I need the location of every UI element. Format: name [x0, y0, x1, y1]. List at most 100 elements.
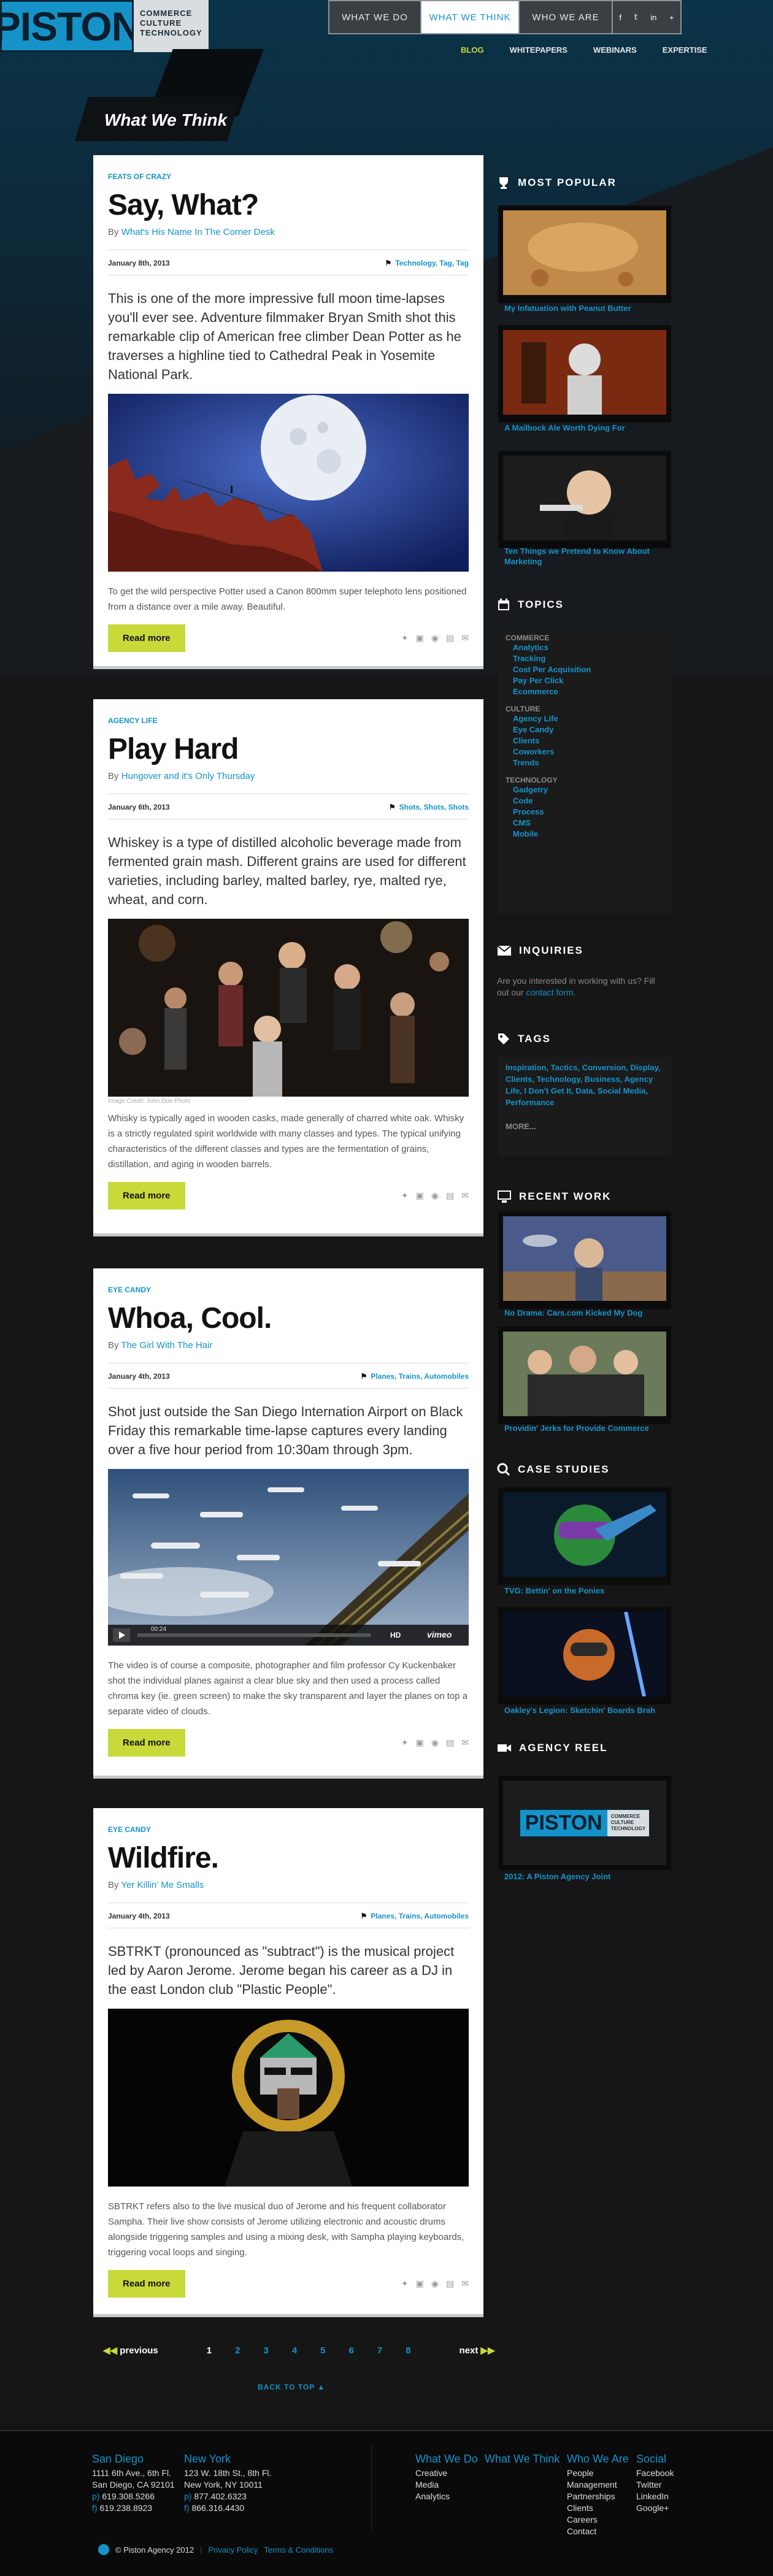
email-share-icon[interactable]: ✉ [461, 2279, 469, 2289]
next-page-link[interactable]: next [460, 2345, 479, 2356]
facebook-share-icon[interactable]: ▣ [416, 2279, 424, 2289]
case-study-thumb[interactable] [498, 1607, 671, 1704]
tag-list[interactable]: Technology, Tag, Tag [395, 259, 469, 267]
facebook-share-icon[interactable]: ▣ [416, 1190, 424, 1201]
googleplus-icon[interactable]: + [669, 13, 674, 22]
article-category[interactable]: AGENCY LIFE [108, 716, 469, 725]
page-link-7[interactable]: 7 [377, 2345, 382, 2356]
pinterest-share-icon[interactable]: ◉ [431, 1190, 439, 1201]
topic-link[interactable]: Trends [513, 757, 664, 769]
subnav-blog[interactable]: BLOG [448, 45, 497, 55]
agency-reel-thumb[interactable]: PISTON COMMERCE CULTURE TECHNOLOGY [498, 1776, 671, 1870]
pinterest-share-icon[interactable]: ◉ [431, 633, 439, 643]
topic-link[interactable]: Ecommerce [513, 686, 664, 697]
topic-link[interactable]: CMS [513, 818, 664, 829]
facebook-icon[interactable]: f [619, 13, 621, 22]
footer-link[interactable]: Twitter [636, 2479, 674, 2491]
footer-col-heading[interactable]: What We Think [485, 2453, 560, 2465]
footer-link[interactable]: Media [415, 2479, 478, 2491]
pinterest-share-icon[interactable]: ◉ [431, 2279, 439, 2289]
pinterest-share-icon[interactable]: ◉ [431, 1738, 439, 1748]
linkedin-share-icon[interactable]: ▤ [446, 2279, 454, 2289]
case-study-link[interactable]: TVG: Bettin' on the Ponies [504, 1585, 670, 1596]
twitter-icon[interactable]: 𝕥 [634, 12, 638, 22]
tag-list[interactable]: Shots, Shots, Shots [399, 803, 469, 811]
footer-col-heading[interactable]: Social [636, 2453, 674, 2465]
page-link-1[interactable]: 1 [207, 2345, 212, 2356]
twitter-share-icon[interactable]: ✦ [401, 2279, 409, 2289]
agency-reel-link[interactable]: 2012: A Piston Agency Joint [504, 1871, 670, 1882]
recent-work-link[interactable]: No Drama: Cars.com Kicked My Dog [504, 1308, 670, 1318]
email-share-icon[interactable]: ✉ [461, 1190, 469, 1201]
article-title[interactable]: Play Hard [108, 732, 469, 766]
subnav-webinars[interactable]: WEBINARS [580, 45, 650, 55]
footer-link[interactable]: Analytics [415, 2491, 478, 2502]
topic-link[interactable]: Process [513, 807, 664, 818]
footer-link[interactable]: People [567, 2467, 629, 2479]
privacy-link[interactable]: Privacy Policy [209, 2545, 258, 2555]
topic-link[interactable]: Analytics [513, 642, 664, 653]
subnav-expertise[interactable]: EXPERTISE [650, 45, 720, 55]
page-link-6[interactable]: 6 [349, 2345, 354, 2356]
twitter-share-icon[interactable]: ✦ [401, 1738, 409, 1748]
tag-list[interactable]: Planes, Trains, Automobiles [371, 1912, 469, 1920]
tag-cloud[interactable]: Inspiration, Tactics, Conversion, Displa… [506, 1062, 664, 1108]
prev-arrow-icon[interactable]: ◀◀ [103, 2345, 117, 2356]
popular-link[interactable]: My Infatuation with Peanut Butter [504, 303, 670, 313]
footer-link[interactable]: Contact [567, 2526, 629, 2537]
page-link-2[interactable]: 2 [235, 2345, 240, 2356]
linkedin-icon[interactable]: in [650, 13, 656, 22]
contact-form-link[interactable]: contact form. [526, 987, 575, 997]
article-video-planes[interactable]: 00:24 HD vimeo [108, 1469, 469, 1646]
nav-what-we-think[interactable]: WHAT WE THINK [421, 1, 520, 33]
footer-col-heading[interactable]: What We Do [415, 2453, 478, 2465]
popular-thumb[interactable] [498, 325, 671, 423]
page-link-5[interactable]: 5 [320, 2345, 325, 2356]
email-share-icon[interactable]: ✉ [461, 633, 469, 643]
article-image-party[interactable] [108, 919, 469, 1097]
read-more-button[interactable]: Read more [108, 2270, 185, 2298]
recent-work-thumb[interactable] [498, 1211, 671, 1309]
topic-link[interactable]: Tracking [513, 653, 664, 664]
office-phone[interactable]: 619.308.5266 [102, 2491, 155, 2501]
next-arrow-icon[interactable]: ▶▶ [481, 2345, 495, 2356]
tag-list[interactable]: Planes, Trains, Automobiles [371, 1372, 469, 1381]
previous-page-link[interactable]: previous [120, 2345, 158, 2356]
nav-who-we-are[interactable]: WHO WE ARE [520, 1, 613, 33]
logo[interactable]: PISTON COMMERCE CULTURE TECHNOLOGY [0, 0, 209, 52]
popular-link[interactable]: Ten Things we Pretend to Know About Mark… [504, 546, 670, 567]
footer-link[interactable]: Management [567, 2479, 629, 2491]
topic-link[interactable]: Code [513, 795, 664, 807]
linkedin-share-icon[interactable]: ▤ [446, 1190, 454, 1201]
topic-link[interactable]: Eye Candy [513, 724, 664, 735]
page-link-4[interactable]: 4 [292, 2345, 297, 2356]
popular-thumb[interactable] [498, 205, 671, 303]
topic-link[interactable]: Cost Per Acquisition [513, 664, 664, 675]
twitter-share-icon[interactable]: ✦ [401, 633, 409, 643]
read-more-button[interactable]: Read more [108, 1729, 185, 1757]
tags-more-link[interactable]: MORE... [506, 1121, 664, 1132]
terms-link[interactable]: Terms & Conditions [264, 2545, 333, 2555]
video-hd-toggle[interactable]: HD [390, 1631, 401, 1639]
office-phone[interactable]: 877.402.6323 [194, 2491, 247, 2501]
twitter-share-icon[interactable]: ✦ [401, 1190, 409, 1201]
article-title[interactable]: Wildfire. [108, 1841, 469, 1875]
article-category[interactable]: FEATS OF CRAZY [108, 172, 469, 181]
article-category[interactable]: EYE CANDY [108, 1286, 469, 1294]
article-image-masked-man[interactable] [108, 2009, 469, 2187]
topic-link[interactable]: Coworkers [513, 746, 664, 757]
page-link-3[interactable]: 3 [263, 2345, 268, 2356]
nav-what-we-do[interactable]: WHAT WE DO [329, 1, 421, 33]
topic-link[interactable]: Pay Per Click [513, 675, 664, 686]
vimeo-logo[interactable]: vimeo [427, 1630, 452, 1639]
read-more-button[interactable]: Read more [108, 624, 185, 652]
article-image-moon-highline[interactable] [108, 394, 469, 572]
topic-link[interactable]: Mobile [513, 829, 664, 840]
article-category[interactable]: EYE CANDY [108, 1825, 469, 1834]
recent-work-thumb[interactable] [498, 1327, 671, 1424]
page-link-8[interactable]: 8 [406, 2345, 410, 2356]
footer-col-heading[interactable]: Who We Are [567, 2453, 629, 2465]
article-author[interactable]: Hungover and it's Only Thursday [121, 771, 255, 781]
subnav-whitepapers[interactable]: WHITEPAPERS [497, 45, 580, 55]
facebook-share-icon[interactable]: ▣ [416, 633, 424, 643]
